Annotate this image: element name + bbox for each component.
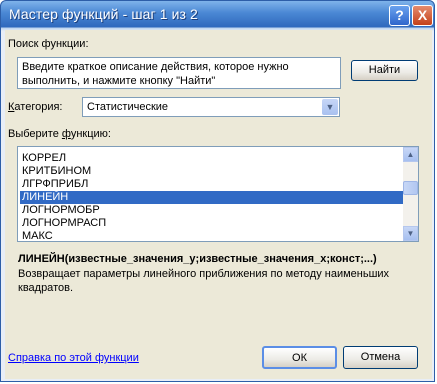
functions-label: Выберите функцию:	[8, 128, 111, 140]
list-item[interactable]: ЛОГНОРМРАСП	[20, 217, 405, 230]
dialog-window: Мастер функций - шаг 1 из 2 ? X Поиск фу…	[0, 0, 435, 382]
function-list[interactable]: КОРРЕЛ КРИТБИНОМ ЛГРФПРИБЛ ЛИНЕЙН ЛОГНОР…	[17, 146, 419, 242]
list-item[interactable]: КОРРЕЛ	[20, 152, 405, 165]
list-item-selected[interactable]: ЛИНЕЙН	[20, 191, 405, 204]
functions-label-post: ункцию:	[70, 128, 111, 140]
functions-label-key: ф	[61, 128, 71, 140]
list-scrollbar[interactable]: ▲ ▼	[403, 147, 418, 241]
close-button[interactable]: X	[412, 5, 433, 26]
functions-label-pre: Выберите	[8, 128, 62, 140]
category-select[interactable]: Статистические ▼	[82, 97, 340, 117]
list-item[interactable]: ЛГРФПРИБЛ	[20, 178, 405, 191]
list-item[interactable]: МАКС	[20, 230, 405, 241]
category-label: Категория:	[8, 101, 63, 113]
ok-button[interactable]: ОК	[262, 346, 337, 369]
help-title-button[interactable]: ?	[389, 5, 410, 26]
help-link[interactable]: Справка по этой функции	[8, 352, 139, 364]
function-description: Возвращает параметры линейного приближен…	[18, 268, 390, 294]
chevron-down-icon[interactable]: ▼	[322, 99, 338, 115]
scroll-thumb[interactable]	[403, 181, 418, 195]
list-item[interactable]: КРИТБИНОМ	[20, 165, 405, 178]
cancel-button[interactable]: Отмена	[343, 346, 418, 369]
list-item[interactable]: ЛОГНОРМОБР	[20, 204, 405, 217]
category-label-text: атегория:	[14, 101, 63, 113]
function-syntax: ЛИНЕЙН(известные_значения_y;известные_зн…	[18, 253, 377, 265]
find-button[interactable]: Найти	[351, 60, 418, 81]
category-value: Статистические	[87, 101, 169, 113]
scroll-up-icon[interactable]: ▲	[403, 147, 418, 162]
window-title: Мастер функций - шаг 1 из 2	[9, 6, 198, 22]
search-input[interactable]: Введите краткое описание действия, котор…	[17, 57, 341, 89]
scroll-down-icon[interactable]: ▼	[403, 226, 418, 241]
search-label: Поиск функции:	[8, 38, 89, 50]
